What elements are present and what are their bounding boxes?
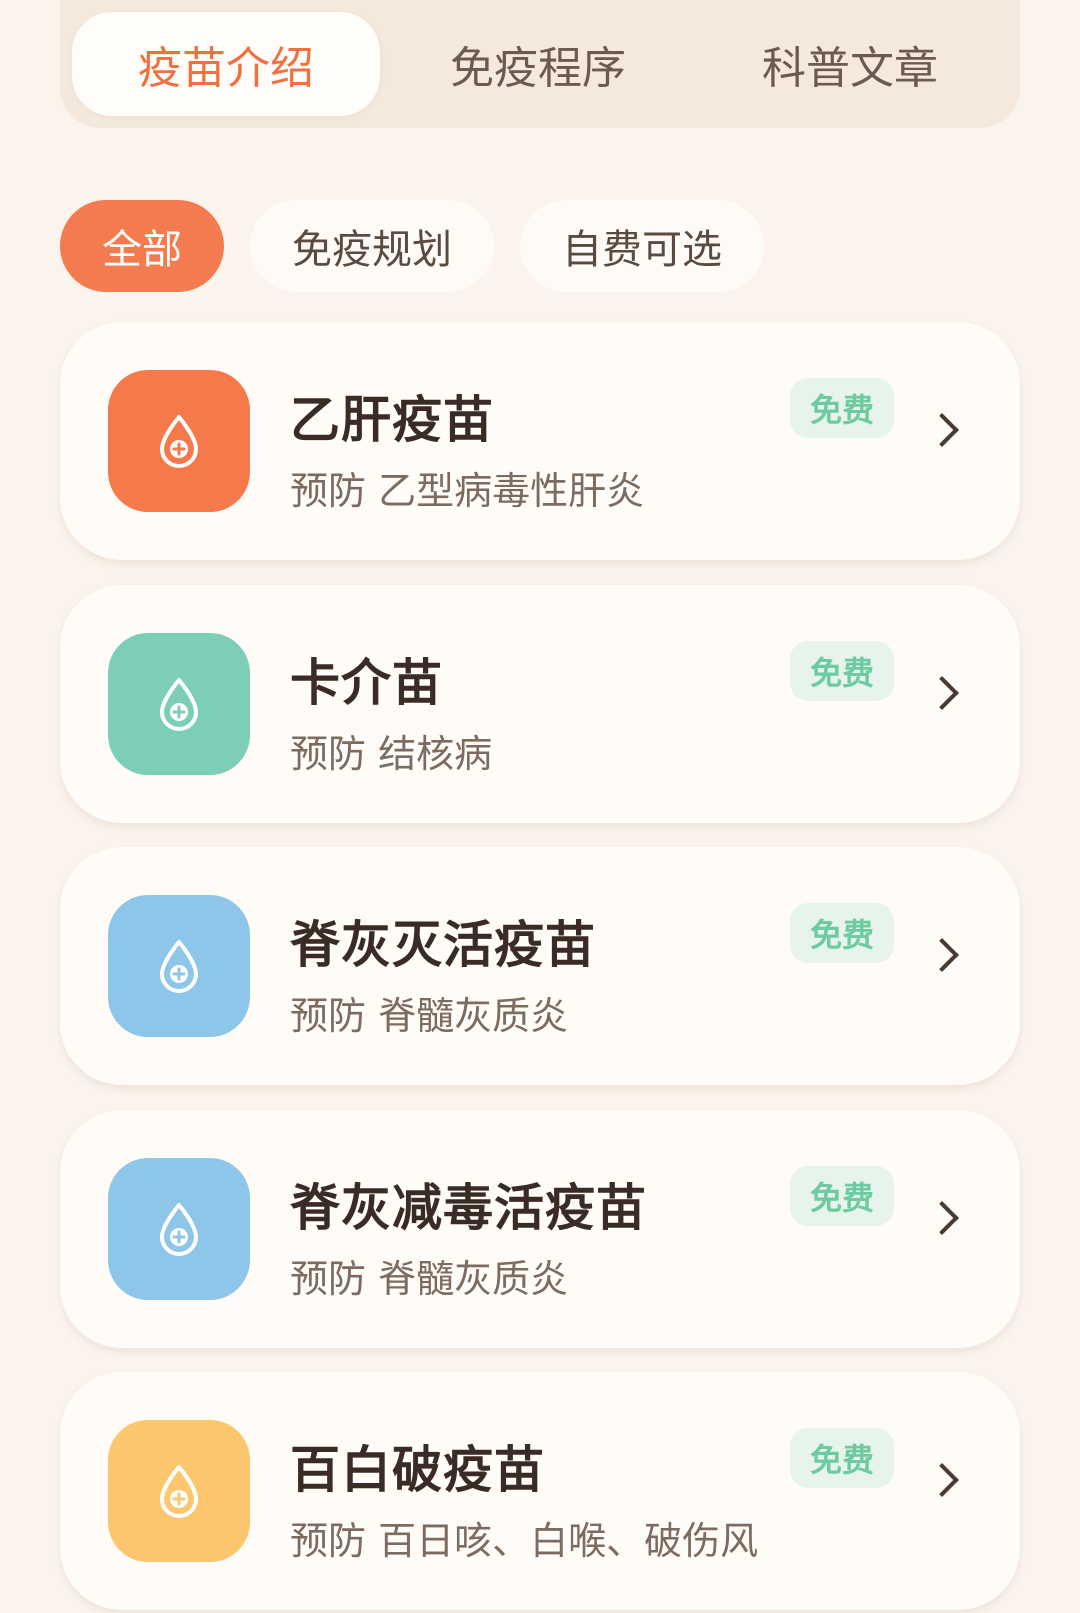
vaccine-card[interactable]: 脊灰灭活疫苗预防 脊髓灰质炎 免费 <box>60 847 1020 1085</box>
vaccine-description: 预防 脊髓灰质炎 <box>290 994 569 1038</box>
free-badge: 免费 <box>790 903 894 963</box>
vaccine-name: 百白破疫苗 <box>290 1441 545 1499</box>
vaccine-card[interactable]: 百白破疫苗预防 百日咳、白喉、破伤风 免费 <box>60 1372 1020 1610</box>
vaccine-card[interactable]: 卡介苗预防 结核病 免费 <box>60 585 1020 823</box>
chevron-right-icon[interactable] <box>925 676 959 710</box>
tab-vaccine-intro[interactable]: 疫苗介绍 <box>72 12 380 116</box>
top-tab-bar: 疫苗介绍 免疫程序 科普文章 <box>60 0 1020 128</box>
tab-immunization-schedule[interactable]: 免疫程序 <box>384 12 692 116</box>
drop-plus-icon <box>160 678 198 731</box>
vaccine-description: 预防 结核病 <box>290 732 493 776</box>
vaccine-description: 预防 乙型病毒性肝炎 <box>290 469 645 513</box>
vaccine-icon-tile <box>108 633 250 775</box>
vaccine-description: 预防 百日咳、白喉、破伤风 <box>290 1519 759 1563</box>
vaccine-icon-tile <box>108 895 250 1037</box>
tab-science-articles[interactable]: 科普文章 <box>696 12 1004 116</box>
vaccine-icon-tile <box>108 1420 250 1562</box>
vaccine-icon-tile <box>108 370 250 512</box>
filter-all[interactable]: 全部 <box>60 200 224 292</box>
free-badge: 免费 <box>790 1166 894 1226</box>
chevron-right-icon[interactable] <box>925 413 959 447</box>
filter-chips: 全部 免疫规划 自费可选 <box>60 200 790 292</box>
drop-plus-icon <box>160 940 198 993</box>
free-badge: 免费 <box>790 641 894 701</box>
filter-self-paid[interactable]: 自费可选 <box>520 200 764 292</box>
chevron-right-icon[interactable] <box>925 1201 959 1235</box>
filter-planned-immunization[interactable]: 免疫规划 <box>250 200 494 292</box>
chevron-right-icon[interactable] <box>925 938 959 972</box>
drop-plus-icon <box>160 415 198 468</box>
vaccine-card[interactable]: 脊灰减毒活疫苗预防 脊髓灰质炎 免费 <box>60 1110 1020 1348</box>
vaccine-name: 脊灰灭活疫苗 <box>290 916 596 974</box>
vaccine-card[interactable]: 乙肝疫苗预防 乙型病毒性肝炎 免费 <box>60 322 1020 560</box>
free-badge: 免费 <box>790 378 894 438</box>
free-badge: 免费 <box>790 1428 894 1488</box>
chevron-right-icon[interactable] <box>925 1463 959 1497</box>
vaccine-name: 卡介苗 <box>290 654 443 712</box>
vaccine-icon-tile <box>108 1158 250 1300</box>
vaccine-name: 乙肝疫苗 <box>290 391 494 449</box>
vaccine-name: 脊灰减毒活疫苗 <box>290 1179 647 1237</box>
drop-plus-icon <box>160 1203 198 1256</box>
vaccine-description: 预防 脊髓灰质炎 <box>290 1257 569 1301</box>
drop-plus-icon <box>160 1465 198 1518</box>
